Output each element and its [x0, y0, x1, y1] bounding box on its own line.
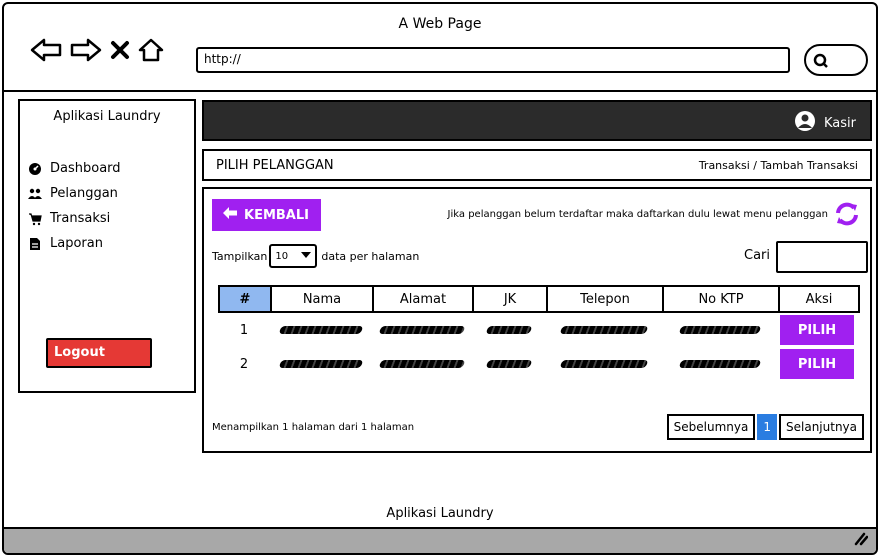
redacted-name [270, 347, 372, 381]
back-button-label: KEMBALI [244, 207, 309, 223]
sidebar-item-laporan[interactable]: Laporan [28, 231, 121, 256]
column-header: # [220, 287, 272, 311]
current-page-button[interactable]: 1 [757, 414, 777, 440]
sidebar-item-label: Transaksi [50, 211, 111, 226]
per-page-suffix: data per halaman [321, 249, 420, 263]
redacted-ktp [662, 347, 778, 381]
back-button[interactable]: KEMBALI [212, 199, 321, 231]
chrome-divider [4, 90, 876, 92]
close-icon[interactable] [110, 40, 130, 60]
next-page-button[interactable]: Selanjutnya [779, 414, 864, 440]
arrow-left-icon [222, 206, 238, 224]
table-row: 1 PILIH [218, 313, 860, 347]
app-title: Aplikasi Laundry [53, 109, 161, 124]
url-bar[interactable]: http:// [196, 47, 790, 73]
document-icon [28, 237, 42, 251]
redacted-address [372, 313, 472, 347]
forward-arrow-icon[interactable] [70, 38, 102, 62]
customer-table: # Nama Alamat JK Telepon No KTP Aksi 1 P… [218, 285, 860, 381]
refresh-icon[interactable] [834, 201, 860, 231]
browser-nav [30, 38, 164, 62]
caret-down-icon [301, 251, 312, 262]
cart-icon [28, 212, 42, 226]
table-header: # Nama Alamat JK Telepon No KTP Aksi [218, 285, 860, 313]
search-input[interactable] [776, 241, 868, 273]
per-page-select[interactable]: 10 [269, 244, 318, 268]
user-avatar-icon [794, 110, 816, 136]
page-header: PILIH PELANGGAN Transaksi / Tambah Trans… [202, 149, 872, 181]
redacted-gender [472, 347, 546, 381]
back-arrow-icon[interactable] [30, 38, 62, 62]
search-label: Cari [744, 248, 770, 263]
redacted-phone [546, 313, 662, 347]
users-icon [28, 187, 42, 201]
pilih-button[interactable]: PILIH [780, 349, 854, 379]
status-bar [4, 527, 876, 553]
show-label: Tampilkan [212, 249, 268, 263]
column-header: Aksi [805, 291, 833, 307]
breadcrumb[interactable]: Transaksi / Tambah Transaksi [699, 159, 858, 172]
column-header: Alamat [374, 287, 474, 311]
row-number: 1 [239, 322, 249, 338]
home-icon[interactable] [138, 38, 164, 62]
redacted-ktp [662, 313, 778, 347]
content-card: KEMBALI Jika pelanggan belum terdaftar m… [202, 187, 872, 453]
sidebar-item-dashboard[interactable]: Dashboard [28, 156, 121, 181]
resize-handle-icon[interactable] [852, 530, 869, 550]
sidebar: Aplikasi Laundry Dashboard Pelanggan Tra… [18, 99, 196, 393]
per-page-control: Tampilkan 10 data per halaman [212, 244, 419, 268]
column-header: Nama [272, 287, 374, 311]
user-name: Kasir [824, 115, 856, 131]
page-title: PILIH PELANGGAN [216, 158, 334, 173]
dashboard-icon [28, 162, 42, 176]
sidebar-item-pelanggan[interactable]: Pelanggan [28, 181, 121, 206]
redacted-gender [472, 313, 546, 347]
browser-search-box[interactable] [804, 44, 868, 76]
top-bar: Kasir [202, 100, 872, 141]
column-header: Telepon [548, 287, 664, 311]
footer-text: Aplikasi Laundry [386, 506, 494, 521]
redacted-phone [546, 347, 662, 381]
pilih-button[interactable]: PILIH [780, 315, 854, 345]
prev-page-button[interactable]: Sebelumnya [666, 414, 756, 440]
column-header: No KTP [664, 287, 780, 311]
sidebar-item-label: Laporan [50, 236, 103, 251]
select-cell: PILIH [778, 347, 856, 381]
info-text: Jika pelanggan belum terdaftar maka daft… [447, 209, 828, 220]
redacted-name [270, 313, 372, 347]
window-title: A Web Page [398, 16, 482, 32]
per-page-value: 10 [275, 250, 289, 262]
sidebar-item-label: Pelanggan [50, 186, 118, 201]
select-cell: PILIH [778, 313, 856, 347]
pagination: Sebelumnya 1 Selanjutnya [666, 414, 864, 440]
user-menu[interactable]: Kasir [794, 110, 856, 136]
logout-button[interactable]: Logout [46, 338, 152, 368]
table-row: 2 PILIH [218, 347, 860, 381]
browser-window: A Web Page http:// Aplikasi Laundry Dash… [2, 2, 878, 555]
pagination-info: Menampilkan 1 halaman dari 1 halaman [212, 422, 415, 433]
row-number: 2 [239, 356, 249, 372]
sidebar-item-label: Dashboard [50, 161, 121, 176]
sidebar-item-transaksi[interactable]: Transaksi [28, 206, 121, 231]
sidebar-menu: Dashboard Pelanggan Transaksi Laporan [28, 156, 121, 256]
redacted-address [372, 347, 472, 381]
column-header: JK [474, 287, 548, 311]
